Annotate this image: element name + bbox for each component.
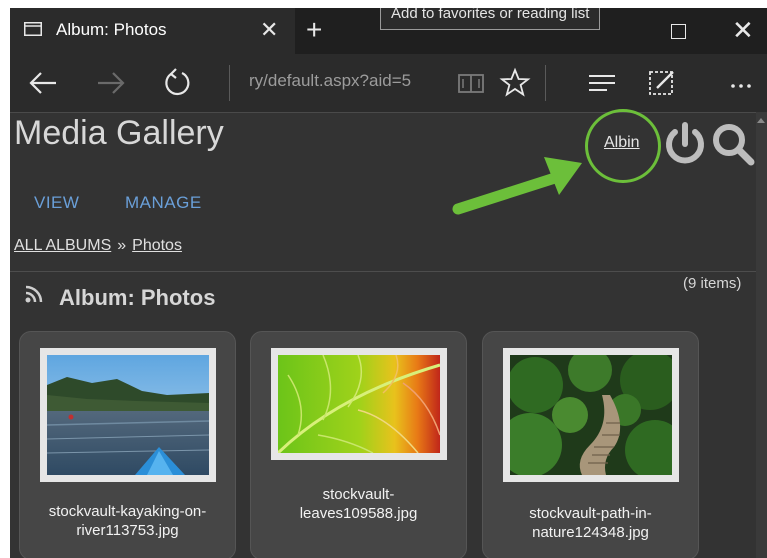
web-note-icon[interactable] <box>645 66 679 100</box>
thumbnail-caption-line2: nature124348.jpg <box>532 524 649 541</box>
thumbnail-caption-line2: leaves109588.jpg <box>299 505 418 522</box>
leaves-photo <box>278 355 440 453</box>
page-title: Media Gallery <box>14 114 224 152</box>
annotation-arrow <box>452 157 582 215</box>
nature-path-photo <box>510 355 672 475</box>
favorites-tooltip: Add to favorites or reading list <box>380 8 601 30</box>
thumbnail-caption: stockvault- leaves109588.jpg <box>257 485 460 523</box>
thumbnail-caption-line2: river113753.jpg <box>76 522 179 539</box>
item-count: (9 items) <box>683 275 742 292</box>
breadcrumb-photos[interactable]: Photos <box>132 237 182 254</box>
forward-icon[interactable] <box>94 66 128 100</box>
thumbnail-card[interactable]: stockvault- leaves109588.jpg <box>250 331 467 558</box>
more-actions-icon[interactable] <box>724 66 758 100</box>
thumbnail-card[interactable]: stockvault-kayaking-on- river113753.jpg <box>19 331 236 558</box>
address-separator <box>229 65 230 101</box>
new-tab-icon[interactable]: + <box>306 14 322 46</box>
address-bar[interactable]: ry/default.aspx?aid=5 <box>249 71 411 91</box>
breadcrumb: ALL ALBUMS » Photos <box>14 237 182 255</box>
nav-view-link[interactable]: VIEW <box>34 193 79 213</box>
vertical-scrollbar[interactable] <box>756 112 767 558</box>
thumbnail-caption-line1: stockvault-path-in- <box>529 505 652 522</box>
thumbnail-image[interactable] <box>271 348 447 460</box>
thumbnail-image[interactable] <box>503 348 679 482</box>
nav-manage-link[interactable]: MANAGE <box>125 193 202 213</box>
rss-feed-icon[interactable] <box>24 284 44 304</box>
browser-window: Album: Photos ✕ + Add to favorites or re… <box>10 8 767 558</box>
navigation-bar: ry/default.aspx?aid=5 <box>10 54 767 112</box>
scroll-up-arrow-icon[interactable] <box>757 118 765 123</box>
thumbnail-caption: stockvault-kayaking-on- river113753.jpg <box>26 502 229 540</box>
kayaking-photo <box>47 355 209 475</box>
title-bar: Album: Photos ✕ + Add to favorites or re… <box>10 8 767 54</box>
tab-title: Album: Photos <box>56 20 167 39</box>
thumbnail-caption-line1: stockvault- <box>322 486 395 503</box>
refresh-icon[interactable] <box>160 66 194 100</box>
browser-tab[interactable]: Album: Photos ✕ <box>10 8 295 54</box>
toolbar-separator <box>545 65 546 101</box>
power-icon[interactable] <box>662 121 708 167</box>
thumbnail-caption: stockvault-path-in- nature124348.jpg <box>489 504 692 542</box>
thumbnail-card[interactable]: stockvault-path-in- nature124348.jpg <box>482 331 699 558</box>
favorite-star-icon[interactable] <box>498 66 532 100</box>
reading-view-icon[interactable] <box>454 66 488 100</box>
header-divider <box>10 271 756 272</box>
album-title: Album: Photos <box>59 285 216 310</box>
tab-close-icon[interactable]: ✕ <box>260 17 278 43</box>
thumbnail-caption-line1: stockvault-kayaking-on- <box>48 503 207 520</box>
maximize-icon[interactable] <box>671 24 686 39</box>
hub-menu-icon[interactable] <box>585 66 619 100</box>
annotation-circle <box>585 109 661 183</box>
window-close-icon[interactable]: ✕ <box>732 15 754 46</box>
tab-page-icon <box>24 22 42 36</box>
breadcrumb-all-albums[interactable]: ALL ALBUMS <box>14 237 111 254</box>
back-icon[interactable] <box>26 66 60 100</box>
search-icon[interactable] <box>710 121 756 167</box>
thumbnail-image[interactable] <box>40 348 216 482</box>
breadcrumb-separator: » <box>117 237 127 254</box>
